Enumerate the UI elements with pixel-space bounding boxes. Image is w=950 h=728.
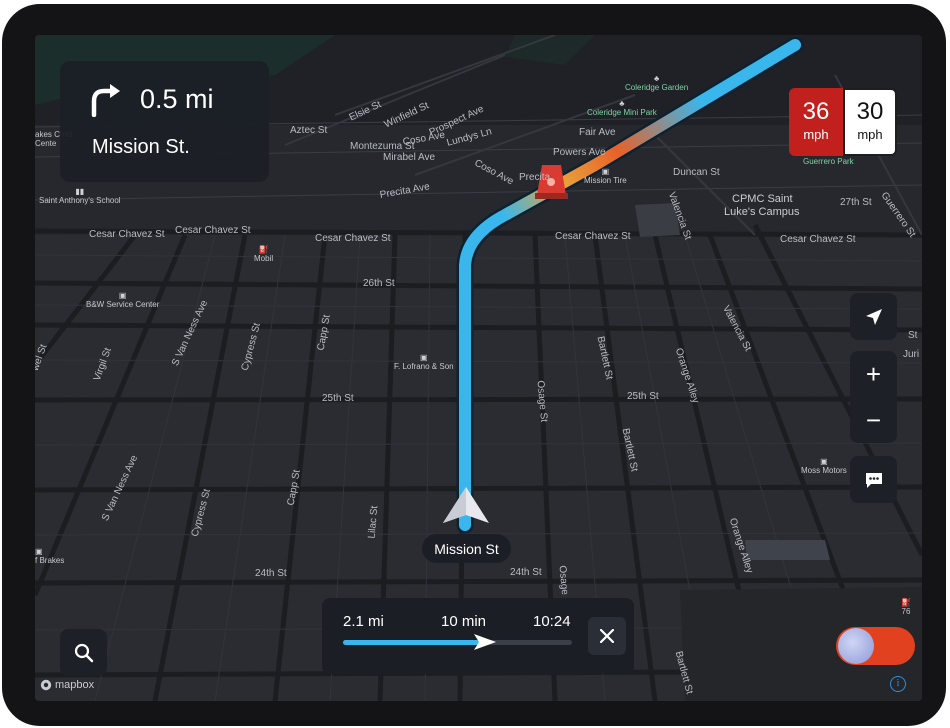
poi-bw-service[interactable]: ▣ B&W Service Center bbox=[86, 291, 159, 309]
street-label: Powers Ave bbox=[553, 147, 606, 158]
mapbox-logo[interactable]: mapbox bbox=[40, 679, 94, 691]
street-label: Fair Ave bbox=[579, 127, 616, 138]
chat-bubble-icon bbox=[865, 472, 882, 488]
street-label: 26th St bbox=[363, 278, 395, 289]
poi-saint-anthony[interactable]: ▮▮ Saint Anthony's School bbox=[39, 187, 121, 205]
maneuver-distance: 0.5 mi bbox=[140, 84, 214, 114]
poi-label: Coleridge Garden bbox=[625, 83, 689, 92]
poi-mobil[interactable]: ⛽ Mobil bbox=[254, 245, 273, 263]
poi-label: Coleridge Mini Park bbox=[587, 108, 657, 117]
street-label: Mirabel Ave bbox=[383, 152, 436, 163]
feedback-button[interactable] bbox=[850, 456, 897, 503]
trip-progress-bar bbox=[343, 634, 572, 650]
street-label: Cesar Chavez St bbox=[555, 231, 631, 242]
speed-limit-value: 30 bbox=[856, 98, 884, 125]
mapbox-logo-icon bbox=[40, 679, 52, 691]
poi-moss-motors[interactable]: ▣ Moss Motors bbox=[801, 457, 847, 475]
current-street-chip: Mission St bbox=[422, 534, 511, 563]
street-label: 24th St bbox=[255, 568, 287, 579]
street-label: 25th St bbox=[322, 393, 354, 404]
mode-toggle[interactable] bbox=[836, 627, 915, 665]
poi-label: B&W Service Center bbox=[86, 300, 160, 309]
park-label: Guerrero Park bbox=[803, 157, 854, 166]
poi-coleridge-garden[interactable]: ♣ Coleridge Garden bbox=[625, 74, 688, 92]
zoom-in-button[interactable]: + bbox=[850, 351, 897, 397]
street-label: St bbox=[908, 330, 918, 341]
street-label: Cesar Chavez St bbox=[175, 225, 251, 236]
poi-mission-tire[interactable]: ▣ Mission Tire bbox=[584, 167, 627, 185]
close-icon bbox=[600, 629, 614, 643]
maneuver-panel[interactable]: 0.5 mi Mission St. bbox=[60, 61, 269, 182]
toggle-knob bbox=[838, 628, 874, 664]
recenter-button[interactable] bbox=[850, 293, 897, 340]
trip-progress-panel[interactable]: 2.1 mi 10 min 10:24 bbox=[322, 598, 634, 674]
poi-label: Mission Tire bbox=[584, 176, 627, 185]
street-label: 24th St bbox=[510, 567, 542, 578]
street-label: Cesar Chavez St bbox=[780, 234, 856, 245]
poi-label: CPMC Saint bbox=[732, 193, 793, 205]
fuel-icon: ⛽ bbox=[901, 598, 911, 607]
poi-label: f Brakes bbox=[35, 556, 65, 565]
poi-label: Cente bbox=[35, 139, 57, 148]
street-label: Precita bbox=[519, 172, 551, 183]
turn-right-arrow-icon bbox=[91, 84, 120, 117]
speed-limit-unit: mph bbox=[857, 127, 883, 142]
poi-label: F. Lofrano & Son bbox=[394, 362, 454, 371]
street-label: 25th St bbox=[627, 391, 659, 402]
navigation-arrow-icon bbox=[865, 308, 882, 325]
poi-lofrano[interactable]: ▣ F. Lofrano & Son bbox=[394, 353, 454, 371]
current-speed-unit: mph bbox=[803, 127, 829, 142]
street-label: Duncan St bbox=[673, 167, 720, 178]
search-icon bbox=[74, 643, 93, 662]
park-icon: ♣ bbox=[619, 99, 625, 108]
current-speed: 36 mph bbox=[789, 88, 843, 156]
speed-indicator: 36 mph 30 mph bbox=[789, 88, 897, 156]
car-service-icon: ▣ bbox=[820, 457, 828, 466]
zoom-out-button[interactable]: − bbox=[850, 397, 897, 443]
fuel-icon: ⛽ bbox=[258, 245, 269, 254]
street-label: 27th St bbox=[840, 197, 872, 208]
poi-brakes[interactable]: ▣ f Brakes bbox=[35, 547, 64, 565]
park-icon: ♣ bbox=[653, 74, 660, 83]
street-label: Aztec St bbox=[290, 125, 328, 136]
car-service-icon: ▣ bbox=[35, 547, 43, 556]
car-service-icon: ▣ bbox=[118, 291, 127, 300]
street-label: Cesar Chavez St bbox=[89, 229, 165, 240]
poi-label: Mobil bbox=[254, 254, 274, 263]
search-button[interactable] bbox=[60, 629, 107, 676]
attribution-text: mapbox bbox=[55, 679, 95, 691]
trip-distance: 2.1 mi bbox=[343, 613, 384, 630]
street-label: Juri St bbox=[903, 349, 922, 360]
speed-limit-sign: 30 mph bbox=[843, 88, 897, 156]
info-icon[interactable]: i bbox=[890, 676, 906, 692]
trip-duration: 10 min bbox=[441, 613, 487, 630]
car-service-icon: ▣ bbox=[601, 167, 610, 176]
trip-eta: 10:24 bbox=[533, 613, 571, 630]
street-label: Cesar Chavez St bbox=[315, 233, 391, 244]
poi-label: 76 bbox=[901, 607, 911, 616]
poi-label: Luke's Campus bbox=[724, 206, 800, 218]
street-label: Montezuma St bbox=[350, 141, 415, 152]
tablet-frame: Aztec St Elsie St Winfield St Prospect A… bbox=[2, 4, 946, 726]
progress-arrow-icon bbox=[473, 634, 496, 650]
car-service-icon: ▣ bbox=[420, 353, 428, 362]
poi-gas-76[interactable]: ⛽ 76 bbox=[901, 598, 911, 616]
zoom-controls: + − bbox=[850, 351, 897, 443]
maneuver-street: Mission St. bbox=[92, 136, 190, 158]
poi-label: Moss Motors bbox=[801, 466, 847, 475]
end-trip-button[interactable] bbox=[588, 617, 626, 655]
current-speed-value: 36 bbox=[802, 98, 830, 125]
map-view[interactable]: Aztec St Elsie St Winfield St Prospect A… bbox=[35, 35, 922, 701]
trip-progress-fill bbox=[343, 640, 485, 645]
poi-coleridge-mini-park[interactable]: ♣ Coleridge Mini Park bbox=[587, 99, 657, 117]
school-icon: ▮▮ bbox=[75, 187, 85, 196]
poi-label: Saint Anthony's School bbox=[39, 196, 121, 205]
